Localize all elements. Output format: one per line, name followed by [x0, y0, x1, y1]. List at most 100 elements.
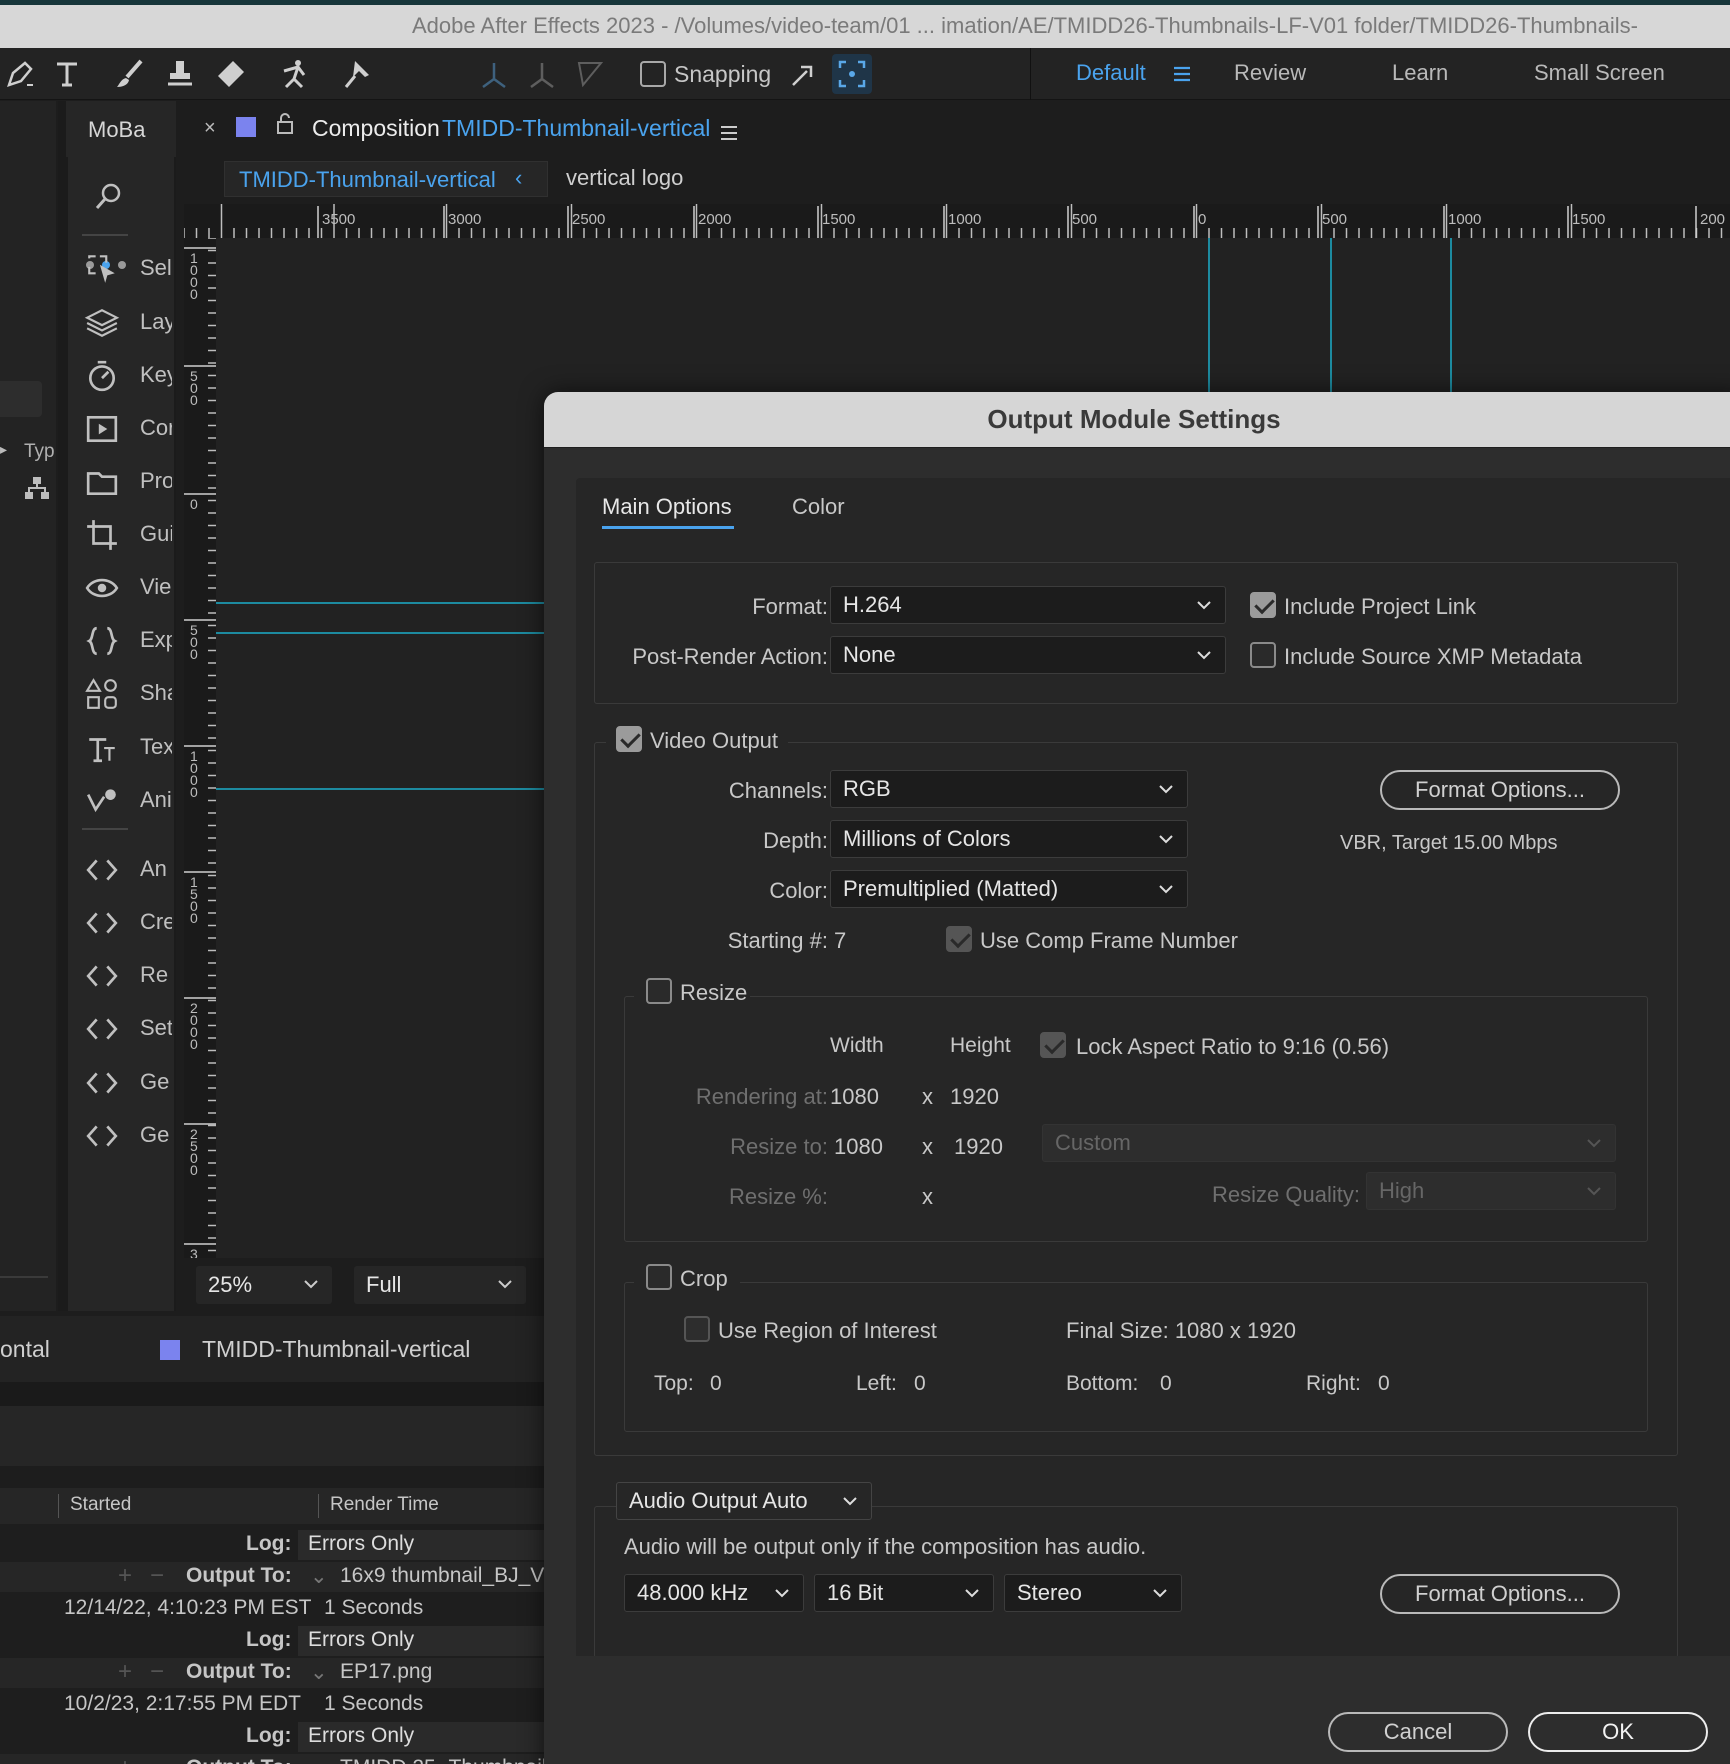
flowchart-icon[interactable] [24, 475, 50, 507]
video-output-checkbox[interactable] [616, 726, 642, 752]
log-dropdown[interactable]: Errors Only [298, 1722, 544, 1752]
extension-item-2[interactable]: Lay [84, 302, 172, 342]
extension-item-4[interactable]: Cor [84, 408, 172, 448]
post-render-action-dropdown[interactable]: None [830, 636, 1226, 674]
lock-icon[interactable] [276, 113, 294, 141]
crop-left-field[interactable]: 0 [914, 1372, 926, 1396]
resolution-dropdown[interactable]: Full [354, 1266, 526, 1304]
extension-item-11[interactable]: Ani [84, 780, 172, 820]
close-tab-icon[interactable]: × [204, 117, 216, 140]
extension-item-10[interactable]: Tex [84, 727, 172, 767]
extension-item-17[interactable]: Ge [84, 1115, 172, 1155]
roto-brush-tool-icon[interactable] [275, 54, 315, 94]
chevron-down-icon[interactable]: ⌄ [310, 1660, 328, 1685]
resize-checkbox[interactable] [646, 978, 672, 1004]
extension-item-6[interactable]: Gui [84, 514, 172, 554]
lock-aspect-ratio-checkbox[interactable] [1040, 1032, 1066, 1058]
workspace-small-screen[interactable]: Small Screen [1534, 60, 1665, 86]
format-dropdown[interactable]: H.264 [830, 586, 1226, 624]
eraser-tool-icon[interactable] [210, 54, 250, 94]
starting-number-field[interactable]: 7 [834, 928, 846, 954]
color-dropdown[interactable]: Premultiplied (Matted) [830, 870, 1188, 908]
brush-tool-icon[interactable] [110, 54, 150, 94]
extension-item-3[interactable]: Key [84, 355, 172, 395]
include-xmp-checkbox[interactable] [1250, 642, 1276, 668]
log-dropdown[interactable]: Errors Only [298, 1530, 544, 1560]
zoom-dropdown[interactable]: 25% [196, 1266, 332, 1304]
axis-view-icon[interactable] [570, 54, 610, 94]
expand-arrow-icon[interactable]: ▸ [0, 441, 7, 458]
resize-width-field[interactable]: 1080 [834, 1134, 883, 1160]
chevron-down-icon[interactable]: ⌄ [310, 1756, 328, 1764]
timeline-tab-comp[interactable]: TMIDD-Thumbnail-vertical [202, 1336, 470, 1363]
depth-dropdown[interactable]: Millions of Colors [830, 820, 1188, 858]
pen-tool-icon[interactable] [0, 54, 40, 94]
extension-item-8[interactable]: Exp [84, 620, 172, 660]
snapping-toggle[interactable]: Snapping [640, 56, 771, 92]
render-item-row[interactable]: 10/2/23, 2:17:55 PM EDT 1 Seconds [0, 1690, 544, 1720]
output-to-value[interactable]: TMIDD 25 -Thumbnail- [340, 1756, 544, 1764]
extension-item-9[interactable]: Sha [84, 673, 172, 713]
composition-tab-name[interactable]: TMIDD-Thumbnail-vertical [442, 115, 710, 142]
resize-height-field[interactable]: 1920 [954, 1134, 1003, 1160]
extension-item-15[interactable]: Set [84, 1008, 172, 1048]
workspace-menu-icon[interactable] [1172, 64, 1192, 90]
extension-item-13[interactable]: Cre [84, 902, 172, 942]
axis-local-icon[interactable] [474, 54, 514, 94]
add-output-icon[interactable]: + [118, 1562, 132, 1590]
project-search-field[interactable] [0, 381, 42, 417]
vertical-ruler[interactable]: 1000 500 0 500 1000 1500 2000 2500 3 [184, 238, 216, 1261]
crop-top-field[interactable]: 0 [710, 1372, 722, 1396]
extension-item-14[interactable]: Re [84, 955, 172, 995]
add-output-icon[interactable]: + [118, 1658, 132, 1686]
type-column-header[interactable]: Typ [24, 441, 55, 463]
workspace-default[interactable]: Default [1076, 60, 1146, 86]
audio-sample-rate-dropdown[interactable]: 48.000 kHz [624, 1574, 804, 1612]
panel-menu-icon[interactable] [720, 121, 738, 147]
extension-item-7[interactable]: Vie [84, 567, 172, 607]
type-tool-icon[interactable] [48, 54, 88, 94]
workspace-learn[interactable]: Learn [1392, 60, 1448, 86]
search-icon[interactable] [94, 181, 124, 217]
extension-item-16[interactable]: Ge [84, 1062, 172, 1102]
extension-item-1[interactable]: Sel [84, 248, 172, 288]
remove-output-icon[interactable]: − [150, 1658, 164, 1686]
channels-dropdown[interactable]: RGB [830, 770, 1188, 808]
use-region-of-interest-checkbox[interactable] [684, 1316, 710, 1342]
extension-item-5[interactable]: Pro [84, 461, 172, 501]
render-time-column-header[interactable]: Render Time [330, 1494, 439, 1516]
include-project-link-checkbox[interactable] [1250, 592, 1276, 618]
resize-quality-dropdown[interactable]: High [1366, 1172, 1616, 1210]
snapping-checkbox[interactable] [640, 61, 666, 87]
chevron-down-icon[interactable]: ⌄ [310, 1564, 328, 1589]
breadcrumb-next[interactable]: vertical logo [566, 165, 683, 191]
clone-stamp-tool-icon[interactable] [160, 54, 200, 94]
started-column-header[interactable]: Started [70, 1494, 131, 1516]
remove-output-icon[interactable]: − [150, 1754, 164, 1764]
axis-world-icon[interactable] [522, 54, 562, 94]
remove-output-icon[interactable]: − [150, 1562, 164, 1590]
puppet-pin-tool-icon[interactable] [338, 54, 378, 94]
cancel-button[interactable]: Cancel [1328, 1712, 1508, 1752]
crop-checkbox[interactable] [646, 1264, 672, 1290]
snap-features-icon[interactable] [832, 54, 872, 94]
extensions-panel-tab[interactable]: MoBa [66, 101, 176, 157]
output-to-value[interactable]: EP17.png [340, 1660, 432, 1684]
audio-format-options-button[interactable]: Format Options... [1380, 1574, 1620, 1614]
add-output-icon[interactable]: + [118, 1754, 132, 1764]
audio-channels-dropdown[interactable]: Stereo [1004, 1574, 1182, 1612]
breadcrumb-active[interactable]: TMIDD-Thumbnail-vertical ‹ [224, 161, 548, 197]
horizontal-ruler[interactable]: 3500 3000 2500 2000 1500 1000 500 0 500 1000 1500 2… [184, 204, 1730, 238]
output-to-value[interactable]: 16x9 thumbnail_BJ_V3 [340, 1564, 544, 1588]
workspace-review[interactable]: Review [1234, 60, 1306, 86]
use-comp-frame-number-checkbox[interactable] [946, 926, 972, 952]
crop-bottom-field[interactable]: 0 [1160, 1372, 1172, 1396]
dialog-title-bar[interactable]: Output Module Settings [544, 392, 1730, 448]
log-dropdown[interactable]: Errors Only [298, 1626, 544, 1656]
snap-edges-icon[interactable] [784, 54, 824, 94]
audio-bit-depth-dropdown[interactable]: 16 Bit [814, 1574, 994, 1612]
resize-preset-dropdown[interactable]: Custom [1042, 1124, 1616, 1162]
extension-item-12[interactable]: An [84, 849, 172, 889]
render-item-row[interactable]: 12/14/22, 4:10:23 PM EST 1 Seconds [0, 1594, 544, 1624]
timeline-tab-left[interactable]: ontal [0, 1336, 50, 1363]
